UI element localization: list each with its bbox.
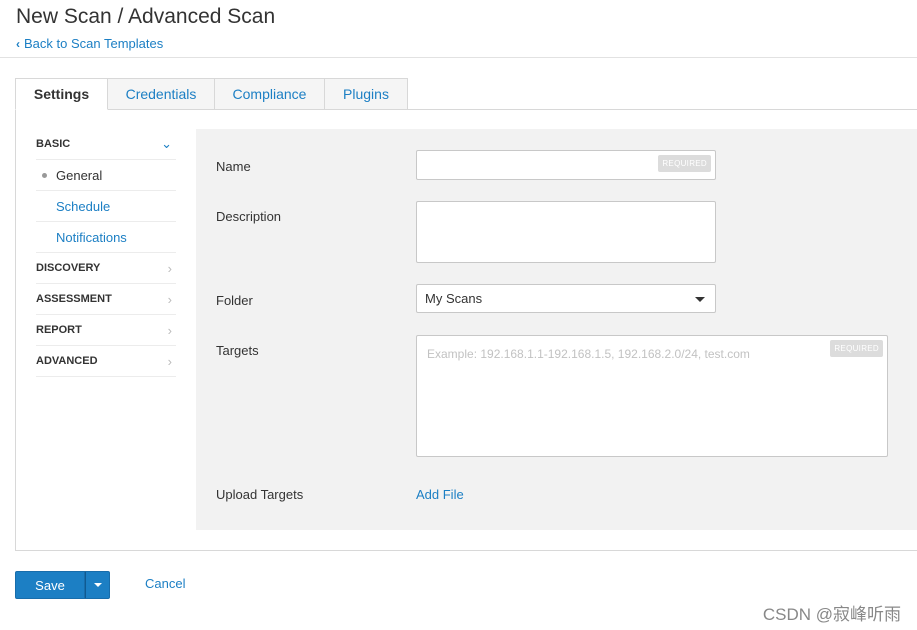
chevron-left-icon: ‹ bbox=[16, 36, 20, 51]
sidebar-item-label: Notifications bbox=[56, 229, 127, 245]
targets-label: Targets bbox=[216, 343, 259, 358]
save-options-dropdown[interactable] bbox=[85, 571, 110, 599]
tab-compliance[interactable]: Compliance bbox=[215, 78, 325, 110]
chevron-right-icon: › bbox=[167, 322, 172, 338]
sidebar-section-label: ASSESSMENT bbox=[36, 293, 112, 305]
settings-sidebar: BASIC ⌄ General Schedule Notifications D… bbox=[36, 129, 176, 377]
sidebar-section-label: DISCOVERY bbox=[36, 262, 101, 274]
sidebar-section-discovery[interactable]: DISCOVERY › bbox=[36, 253, 176, 284]
targets-placeholder: Example: 192.168.1.1-192.168.1.5, 192.16… bbox=[427, 347, 750, 361]
back-to-templates-link[interactable]: ‹ Back to Scan Templates bbox=[16, 36, 163, 51]
folder-select[interactable]: My Scans bbox=[416, 284, 716, 313]
sidebar-section-report[interactable]: REPORT › bbox=[36, 315, 176, 346]
sidebar-item-general[interactable]: General bbox=[36, 160, 176, 191]
tab-plugins[interactable]: Plugins bbox=[325, 78, 408, 110]
name-label: Name bbox=[216, 159, 251, 174]
required-badge: REQUIRED bbox=[830, 340, 883, 357]
upload-targets-label: Upload Targets bbox=[216, 487, 304, 502]
caret-down-icon bbox=[695, 297, 705, 302]
sidebar-section-advanced[interactable]: ADVANCED › bbox=[36, 346, 176, 377]
save-button-group: Save bbox=[15, 571, 110, 599]
chevron-right-icon: › bbox=[167, 260, 172, 276]
watermark: CSDN @寂峰听雨 bbox=[762, 605, 901, 624]
tab-settings[interactable]: Settings bbox=[15, 78, 108, 110]
chevron-down-icon: ⌄ bbox=[161, 136, 172, 151]
sidebar-section-label: ADVANCED bbox=[36, 355, 98, 367]
header-divider bbox=[0, 57, 917, 58]
tab-bar: Settings Credentials Compliance Plugins bbox=[15, 78, 408, 110]
tab-credentials[interactable]: Credentials bbox=[108, 78, 215, 110]
general-settings-form bbox=[196, 129, 917, 530]
chevron-right-icon: › bbox=[167, 291, 172, 307]
back-link-label: Back to Scan Templates bbox=[24, 36, 164, 51]
sidebar-item-label: General bbox=[56, 167, 103, 183]
sidebar-item-notifications[interactable]: Notifications bbox=[36, 222, 176, 253]
caret-down-icon bbox=[94, 583, 102, 587]
sidebar-section-label: REPORT bbox=[36, 324, 82, 336]
description-input[interactable] bbox=[416, 201, 716, 263]
sidebar-section-label: BASIC bbox=[36, 138, 71, 150]
add-file-link[interactable]: Add File bbox=[416, 487, 464, 502]
name-input[interactable]: REQUIRED bbox=[416, 150, 716, 180]
page-title: New Scan / Advanced Scan bbox=[16, 5, 276, 28]
chevron-right-icon: › bbox=[167, 353, 172, 369]
description-label: Description bbox=[216, 209, 282, 224]
current-dot-icon bbox=[42, 172, 47, 178]
required-badge: REQUIRED bbox=[658, 155, 711, 172]
folder-label: Folder bbox=[216, 293, 253, 308]
sidebar-section-assessment[interactable]: ASSESSMENT › bbox=[36, 284, 176, 315]
targets-textarea[interactable]: Example: 192.168.1.1-192.168.1.5, 192.16… bbox=[416, 335, 888, 457]
sidebar-item-label: Schedule bbox=[56, 198, 111, 214]
folder-selected-value: My Scans bbox=[425, 291, 483, 306]
tabs-divider bbox=[407, 109, 917, 110]
cancel-link[interactable]: Cancel bbox=[145, 576, 185, 591]
sidebar-item-schedule[interactable]: Schedule bbox=[36, 191, 176, 222]
save-button[interactable]: Save bbox=[15, 571, 85, 599]
sidebar-section-basic[interactable]: BASIC ⌄ bbox=[36, 129, 176, 160]
